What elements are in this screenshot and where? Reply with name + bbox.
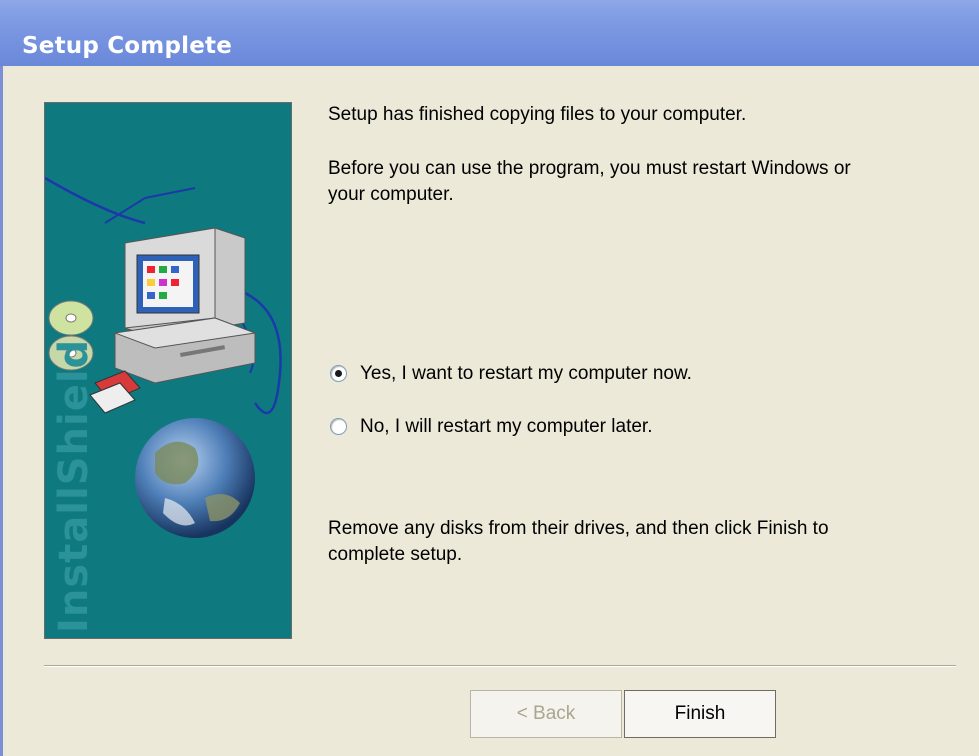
installshield-side-panel: InstallShield <box>44 102 292 639</box>
message-restart-line1: Before you can use the program, you must… <box>328 158 851 179</box>
restart-now-label[interactable]: Yes, I want to restart my computer now. <box>360 362 692 386</box>
radio-dot-icon <box>335 370 342 377</box>
separator <box>44 665 956 667</box>
back-button[interactable]: < Back <box>470 690 622 738</box>
message-finish-line2: complete setup. <box>328 544 463 565</box>
floppy-disk-icon <box>89 370 141 414</box>
radio-unselected-icon[interactable] <box>330 418 347 435</box>
restart-later-label[interactable]: No, I will restart my computer later. <box>360 415 652 439</box>
brand-text: InstallShield <box>51 339 97 633</box>
radio-selected-icon[interactable] <box>330 365 347 382</box>
setup-illustration: InstallShield <box>45 176 282 633</box>
restart-now-radio[interactable]: Yes, I want to restart my computer now. <box>330 362 890 390</box>
restart-later-radio[interactable]: No, I will restart my computer later. <box>330 415 890 443</box>
window-border <box>0 66 3 756</box>
setup-dialog: Setup Complete InstallShield Setup has f… <box>0 0 979 756</box>
message-finish-line1: Remove any disks from their drives, and … <box>328 518 829 539</box>
window-title: Setup Complete <box>22 33 232 59</box>
finish-button[interactable]: Finish <box>624 690 776 738</box>
globe-icon <box>135 418 255 538</box>
message-copied: Setup has finished copying files to your… <box>328 104 747 125</box>
computer-icon <box>113 227 257 384</box>
title-bar[interactable]: Setup Complete <box>0 0 979 66</box>
message-restart-line2: your computer. <box>328 184 454 205</box>
